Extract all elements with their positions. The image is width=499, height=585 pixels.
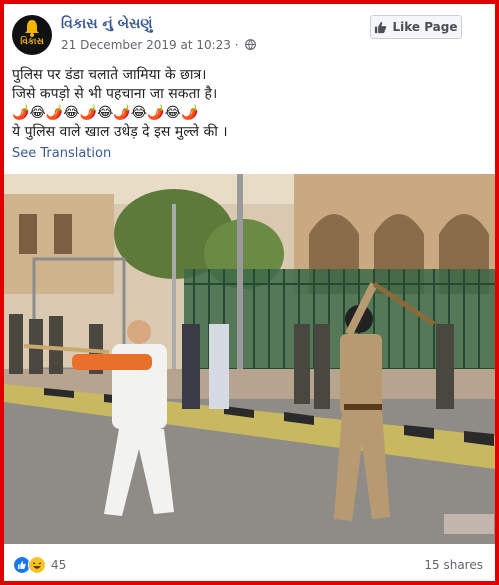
post-text-line: ये पुलिस वाले खाल उधेड़ दे इस मुल्ले की …: [12, 124, 228, 140]
post-text-line: पुलिस पर डंडा चलाते जामिया के छात्र।: [12, 67, 207, 83]
post-text-line: जिसे कपड़ो से भी पहचाना जा सकता है।: [12, 86, 218, 102]
like-page-label: Like Page: [392, 20, 458, 34]
reaction-count: 45: [51, 558, 67, 572]
post-footer: 45 15 shares: [4, 552, 495, 580]
photo-scene: [4, 174, 495, 544]
facebook-post-card: વિકાસ વિકાસ નું બેસણું 21 December 2019 …: [4, 4, 495, 581]
globe-icon: [245, 39, 257, 50]
like-page-button[interactable]: Like Page: [370, 15, 462, 39]
meta-separator: ·: [234, 38, 239, 52]
page-avatar[interactable]: વિકાસ: [12, 15, 52, 55]
post-photo[interactable]: [4, 174, 495, 544]
avatar-text: વિકાસ: [20, 37, 44, 47]
post-timestamp[interactable]: 21 December 2019 at 10:23: [61, 38, 231, 52]
post-emoji-line: 🌶️😂🌶️😂🌶️😂🌶️😂🌶️😂🌶️: [12, 105, 199, 121]
reactions-summary[interactable]: 45: [13, 556, 66, 574]
post-header: વિકાસ વિકાસ નું બેસણું 21 December 2019 …: [4, 4, 495, 58]
see-translation-link[interactable]: See Translation: [12, 146, 111, 161]
shares-count-link[interactable]: 15 shares: [424, 558, 483, 572]
post-text: पुलिस पर डंडा चलाते जामिया के छात्र। जिस…: [12, 66, 487, 142]
page-name-link[interactable]: વિકાસ નું બેસણું: [61, 16, 153, 32]
bell-icon: [25, 20, 39, 37]
thumbs-up-icon: [375, 21, 387, 33]
haha-reaction-icon: [28, 556, 46, 574]
post-meta: 21 December 2019 at 10:23 ·: [61, 38, 257, 52]
